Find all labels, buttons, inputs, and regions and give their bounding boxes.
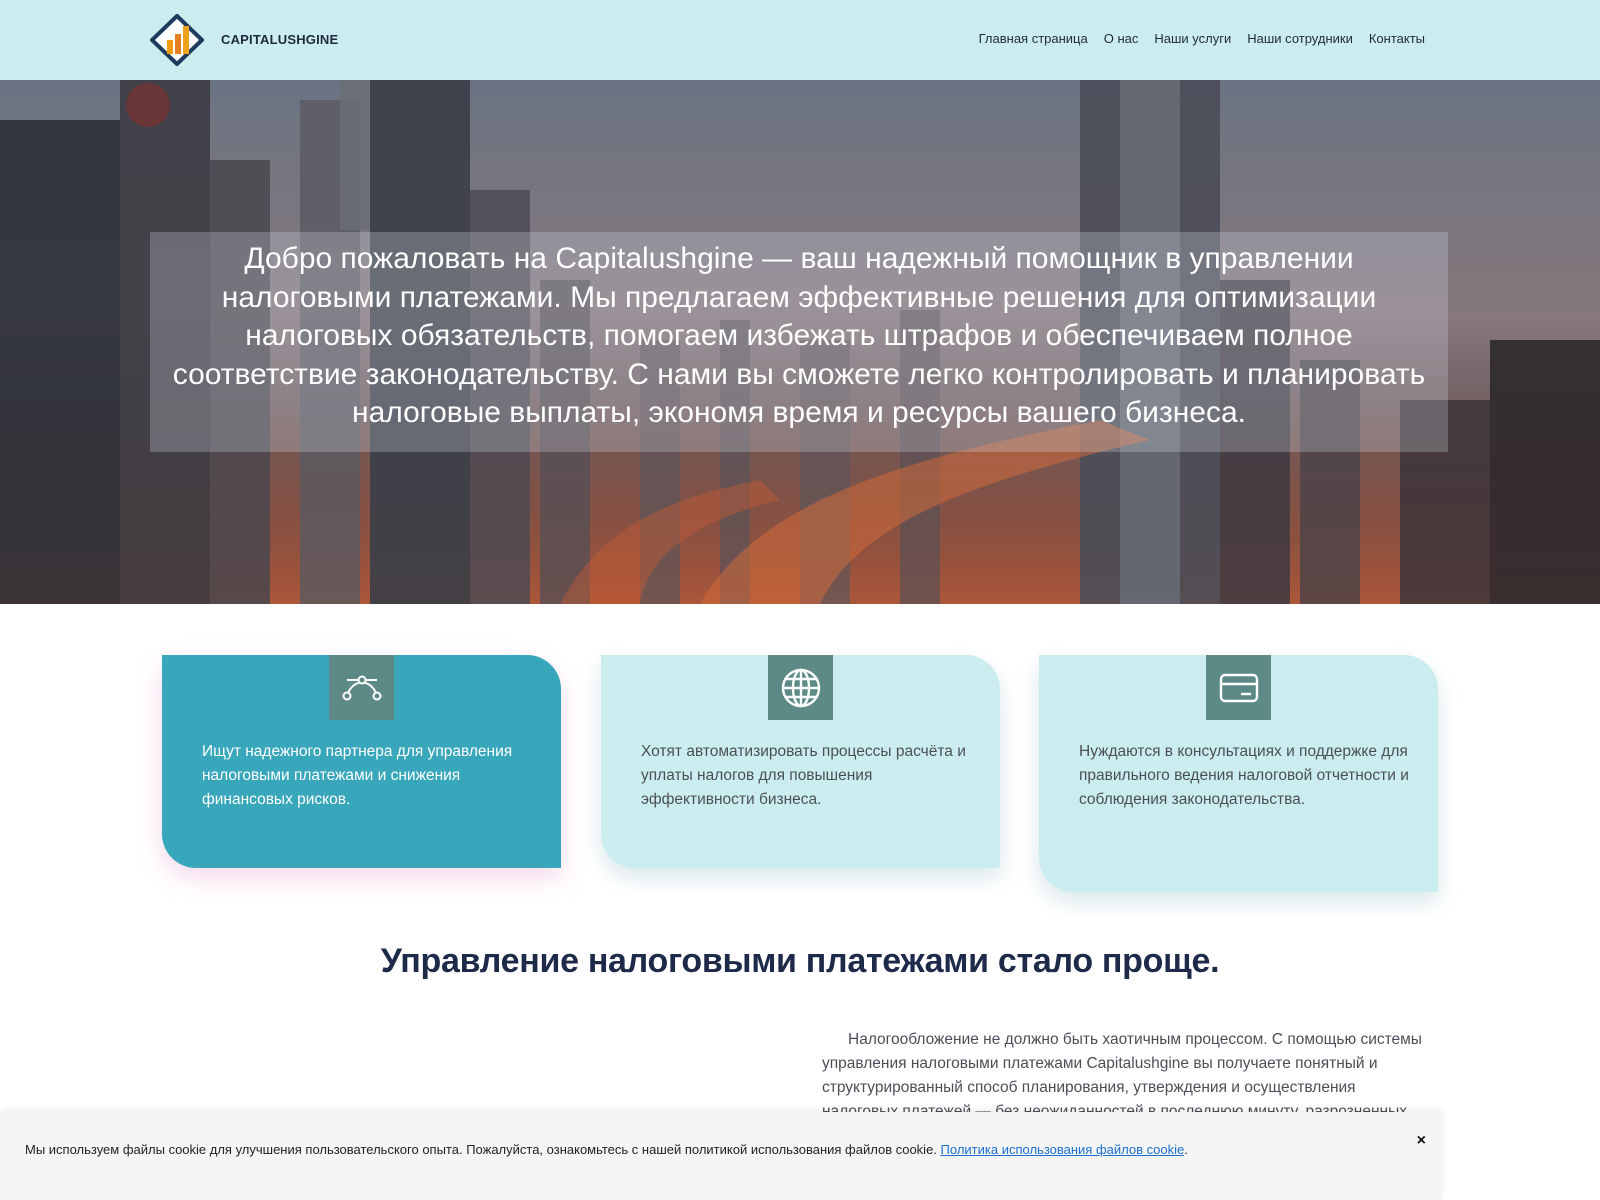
- feature-card-partner: Ищут надежного партнера для управления н…: [162, 655, 561, 868]
- close-icon[interactable]: ×: [1417, 1132, 1426, 1150]
- brand-name[interactable]: CAPITALUSHGINE: [221, 32, 338, 47]
- bezier-curve-icon: [342, 675, 381, 700]
- cookie-policy-link[interactable]: Политика использования файлов cookie: [941, 1142, 1185, 1157]
- nav-about[interactable]: О нас: [1104, 31, 1139, 46]
- card-text: Нуждаются в консультациях и поддержке дл…: [1079, 743, 1409, 808]
- nav-team[interactable]: Наши сотрудники: [1247, 31, 1353, 46]
- credit-card-icon: [1219, 673, 1258, 702]
- logo-icon[interactable]: [150, 14, 204, 66]
- main-nav: Главная страница О нас Наши услуги Наши …: [979, 31, 1425, 46]
- cookie-message: Мы используем файлы cookie для улучшения…: [25, 1142, 937, 1157]
- feature-card-automation: Хотят автоматизировать процессы расчёта …: [601, 655, 1000, 868]
- nav-contacts[interactable]: Контакты: [1369, 31, 1425, 46]
- globe-icon: [781, 668, 820, 707]
- cookie-text: Мы используем файлы cookie для улучшения…: [25, 1142, 1188, 1157]
- card-icon-box: [768, 655, 833, 720]
- nav-home[interactable]: Главная страница: [979, 31, 1088, 46]
- site-header: CAPITALUSHGINE Главная страница О нас На…: [0, 0, 1600, 80]
- hero-text: Добро пожаловать на Capitalushgine — ваш…: [172, 242, 1426, 429]
- card-text: Хотят автоматизировать процессы расчёта …: [641, 743, 966, 808]
- card-icon-box: [1206, 655, 1271, 720]
- cookie-banner: Мы используем файлы cookie для улучшения…: [0, 1112, 1442, 1200]
- card-icon-box: [329, 655, 394, 720]
- cookie-suffix: .: [1184, 1142, 1188, 1157]
- feature-card-consulting: Нуждаются в консультациях и поддержке дл…: [1039, 655, 1438, 892]
- card-text: Ищут надежного партнера для управления н…: [202, 743, 513, 808]
- nav-services[interactable]: Наши услуги: [1154, 31, 1231, 46]
- section-title: Управление налоговыми платежами стало пр…: [380, 942, 1220, 980]
- hero-banner: Добро пожаловать на Capitalushgine — ваш…: [0, 80, 1600, 604]
